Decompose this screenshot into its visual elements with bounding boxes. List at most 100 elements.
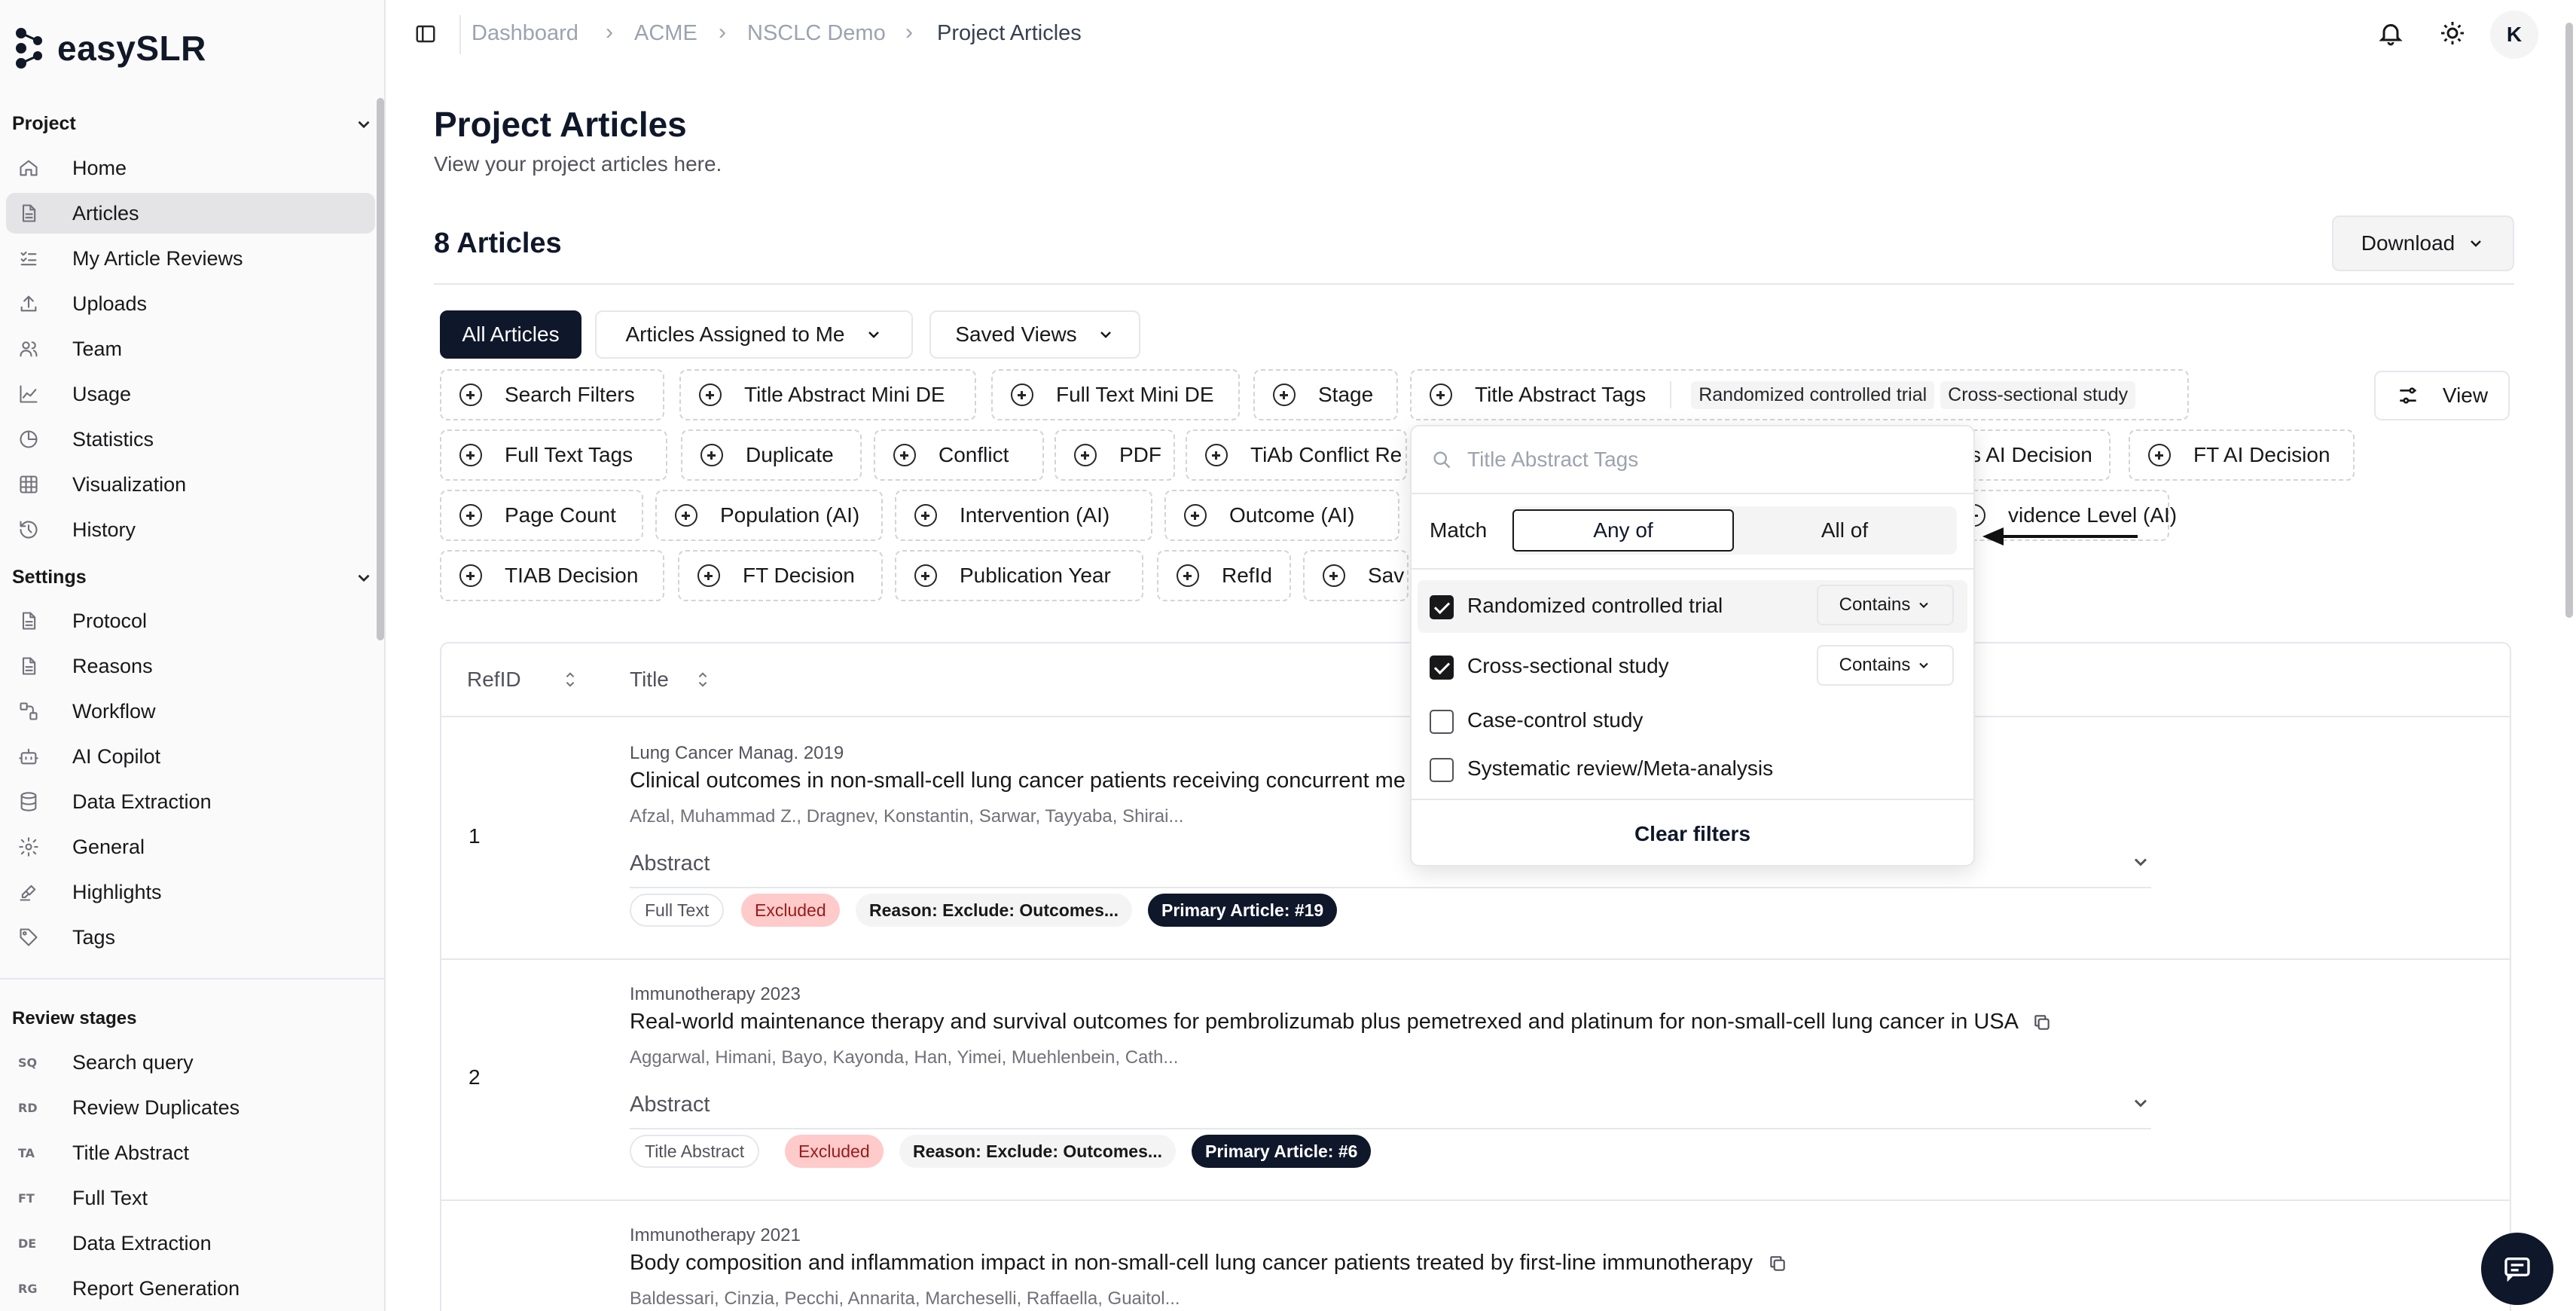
column-header-title[interactable]: Title <box>630 668 711 692</box>
sun-icon <box>2441 22 2464 44</box>
breadcrumb-acme[interactable]: ACME <box>634 21 697 46</box>
chat-button[interactable] <box>2481 1233 2553 1305</box>
match-any-of-button[interactable]: Any of <box>1512 509 1734 552</box>
sidebar-item-home[interactable]: Home <box>6 148 375 188</box>
filter-full-text-mini-de[interactable]: Full Text Mini DE <box>991 369 1240 420</box>
filter-label: FT AI Decision <box>2193 443 2330 466</box>
chevron-down-icon <box>358 121 370 128</box>
sidebar-toggle-icon <box>416 25 435 43</box>
sidebar-item-highlights[interactable]: Highlights <box>6 872 375 912</box>
sidebar-item-tags[interactable]: Tags <box>6 917 375 958</box>
option-checkbox[interactable] <box>1430 758 1454 782</box>
filter-pdf[interactable]: PDF <box>1055 429 1175 481</box>
filter-ft-decision[interactable]: FT Decision <box>678 550 883 601</box>
download-button[interactable]: Download <box>2332 215 2514 271</box>
project-section-header[interactable]: Project <box>12 113 374 135</box>
row-title[interactable]: Body composition and inflammation impact… <box>630 1251 1787 1276</box>
column-header-refid[interactable]: RefID <box>467 668 578 692</box>
filter-refid[interactable]: RefId <box>1157 550 1291 601</box>
filter-label: Sav <box>1368 564 1405 587</box>
breadcrumb-current: Project Articles <box>937 21 1082 45</box>
app-logo[interactable]: easySLR <box>15 27 206 69</box>
sidebar-item-uploads[interactable]: Uploads <box>6 283 375 324</box>
page-scrollbar[interactable] <box>2565 23 2573 618</box>
filter-stage[interactable]: Stage <box>1253 369 1398 420</box>
sidebar-item-label: Highlights <box>72 880 162 903</box>
stage-item-full-text[interactable]: FT Full Text <box>6 1178 375 1218</box>
option-checkbox[interactable] <box>1430 710 1454 734</box>
tab-saved-views[interactable]: Saved Views <box>929 310 1140 359</box>
breadcrumb-project[interactable]: NSCLC Demo <box>747 21 886 46</box>
stage-item-report-generation[interactable]: RG Report Generation <box>6 1268 375 1309</box>
match-all-of-button[interactable]: All of <box>1734 509 1955 552</box>
option-checkbox[interactable] <box>1430 656 1454 680</box>
filter-tiab-conflict-re[interactable]: TiAb Conflict Re <box>1186 429 1407 481</box>
filter-duplicate[interactable]: Duplicate <box>681 429 862 481</box>
copy-icon[interactable] <box>2032 1013 2052 1032</box>
sidebar-item-ai-copilot[interactable]: AI Copilot <box>6 736 375 777</box>
avatar[interactable]: K <box>2490 11 2538 59</box>
sidebar-item-my-article-reviews[interactable]: My Article Reviews <box>6 238 375 279</box>
abstract-toggle[interactable]: Abstract <box>630 1092 2151 1129</box>
sidebar-item-articles[interactable]: Articles <box>6 193 375 234</box>
sidebar-item-label: Team <box>72 337 123 360</box>
primary-article-badge[interactable]: Primary Article: #19 <box>1148 894 1338 927</box>
sidebar-item-history[interactable]: History <box>6 509 375 550</box>
settings-section-header[interactable]: Settings <box>12 567 374 588</box>
sidebar-item-label: Tags <box>72 925 116 949</box>
sidebar-divider <box>0 978 384 979</box>
sidebar-item-data-extraction[interactable]: Data Extraction <box>6 781 375 822</box>
filter-title-abstract-mini-de[interactable]: Title Abstract Mini DE <box>679 369 976 420</box>
filter-publication-year[interactable]: Publication Year <box>895 550 1143 601</box>
row-title[interactable]: Real-world maintenance therapy and survi… <box>630 1010 2052 1034</box>
row-title[interactable]: Clinical outcomes in non-small-cell lung… <box>630 769 1406 793</box>
sidebar-item-visualization[interactable]: Visualization <box>6 464 375 505</box>
view-label: View <box>2442 384 2489 407</box>
notifications-button[interactable] <box>2377 20 2404 50</box>
row-authors: Baldessari, Cinzia, Pecchi, Annarita, Ma… <box>630 1288 1180 1309</box>
tag-search-input[interactable]: Title Abstract Tags <box>1412 426 1973 494</box>
articles-count: 8 Articles <box>434 228 562 259</box>
chevron-down-icon <box>2471 240 2482 247</box>
breadcrumb-dashboard[interactable]: Dashboard <box>472 21 578 46</box>
clear-filters-button[interactable]: Clear filters <box>1412 803 1973 865</box>
filter-population-ai-[interactable]: Population (AI) <box>655 490 883 541</box>
sidebar-item-general[interactable]: General <box>6 827 375 867</box>
stage-code: DE <box>18 1236 37 1251</box>
copy-icon[interactable] <box>1768 1254 1787 1273</box>
stage-item-review-duplicates[interactable]: RD Review Duplicates <box>6 1087 375 1128</box>
filter-label: TIAB Decision <box>505 564 639 587</box>
filter-outcome-ai-[interactable]: Outcome (AI) <box>1164 490 1399 541</box>
filter-ft-ai-decision[interactable]: FT AI Decision <box>2129 429 2355 481</box>
stage-item-search-query[interactable]: SQ Search query <box>6 1042 375 1083</box>
sidebar-item-statistics[interactable]: Statistics <box>6 419 375 460</box>
tab-assigned-to-me[interactable]: Articles Assigned to Me <box>595 310 913 359</box>
stage-item-data-extraction[interactable]: DE Data Extraction <box>6 1223 375 1264</box>
primary-article-badge[interactable]: Primary Article: #6 <box>1192 1135 1372 1168</box>
stage-item-title-abstract[interactable]: TA Title Abstract <box>6 1132 375 1173</box>
toggle-sidebar-button[interactable] <box>414 23 437 49</box>
match-mode-select[interactable]: Contains <box>1817 585 1954 625</box>
filter-conflict[interactable]: Conflict <box>874 429 1044 481</box>
sidebar-item-usage[interactable]: Usage <box>6 374 375 414</box>
filter-title-abstract-tags[interactable]: Title Abstract Tags Randomized controlle… <box>1410 369 2189 420</box>
sidebar-scrollbar[interactable] <box>377 98 384 640</box>
filter-search-filters[interactable]: Search Filters <box>440 369 664 420</box>
sidebar-item-team[interactable]: Team <box>6 329 375 369</box>
filter-full-text-tags[interactable]: Full Text Tags <box>440 429 667 481</box>
match-mode-select[interactable]: Contains <box>1817 645 1954 686</box>
filter-tiab-decision[interactable]: TIAB Decision <box>440 550 664 601</box>
view-options-button[interactable]: View <box>2374 371 2510 420</box>
sidebar-item-workflow[interactable]: Workflow <box>6 691 375 732</box>
theme-toggle-button[interactable] <box>2439 20 2466 50</box>
filter-label: RefId <box>1222 564 1272 587</box>
filter-page-count[interactable]: Page Count <box>440 490 643 541</box>
filter-intervention-ai-[interactable]: Intervention (AI) <box>895 490 1152 541</box>
sidebar-item-reasons[interactable]: Reasons <box>6 646 375 686</box>
filter-sav[interactable]: Sav <box>1303 550 1409 601</box>
plus-circle-icon <box>1273 384 1296 406</box>
option-checkbox[interactable] <box>1430 595 1454 619</box>
tab-all-articles[interactable]: All Articles <box>440 310 581 359</box>
row-authors: Afzal, Muhammad Z., Dragnev, Konstantin,… <box>630 806 1184 827</box>
sidebar-item-protocol[interactable]: Protocol <box>6 600 375 641</box>
